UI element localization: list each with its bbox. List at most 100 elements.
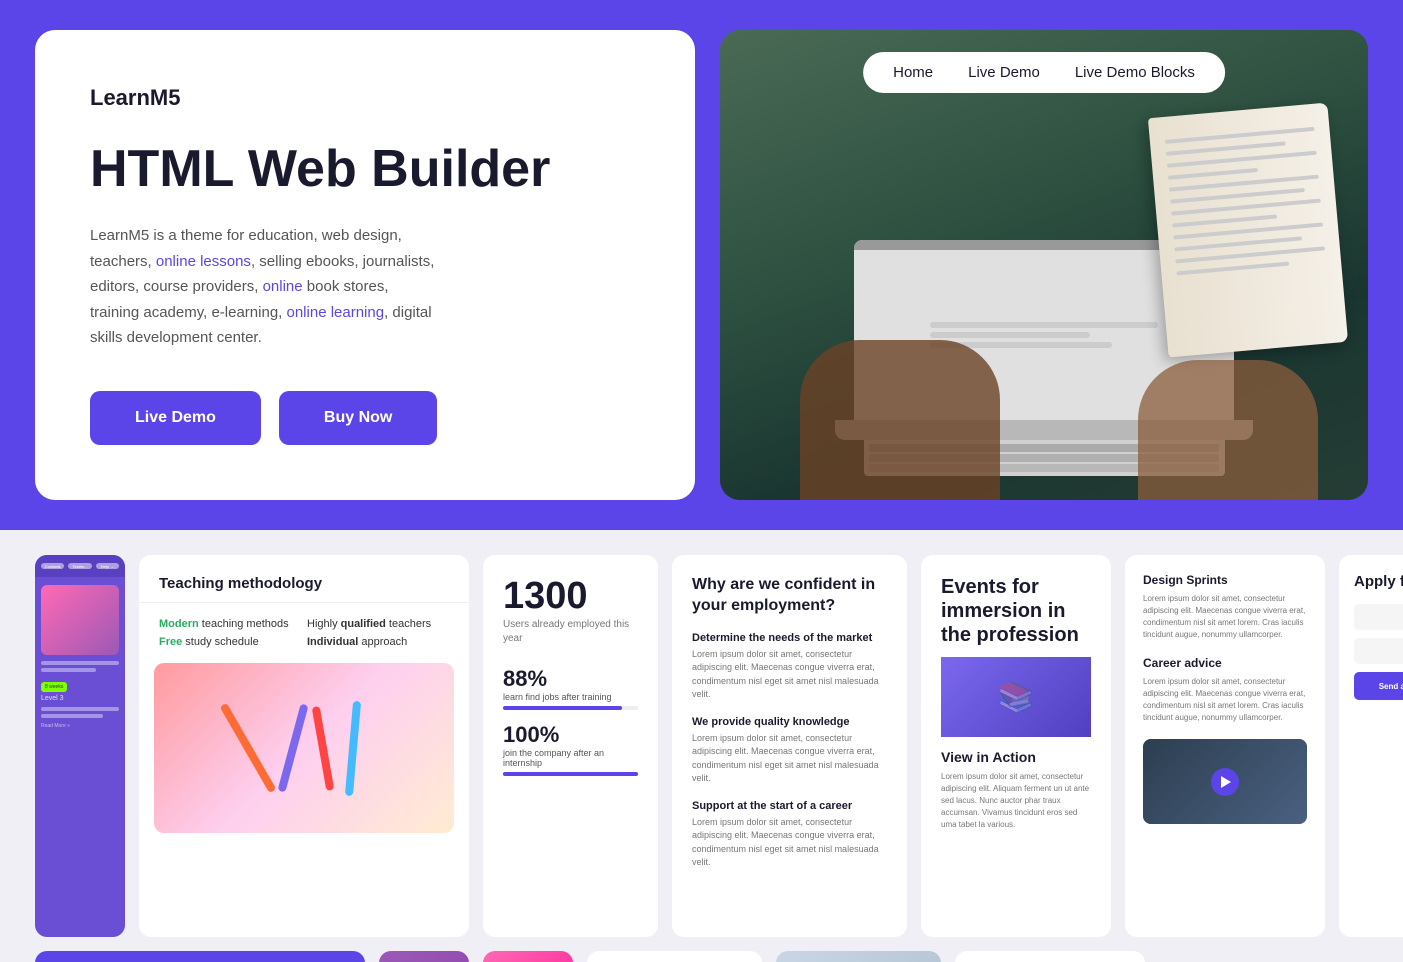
nav-testimonials[interactable]: Testim... [68,563,91,569]
teaching-image [154,663,454,833]
hero-image-background [720,30,1368,500]
platform-card: Learn on a comfortable online platform. … [35,951,365,962]
stat-100: 100% join the company after an internshi… [503,722,638,776]
career-advice-text: Lorem ipsum dolor sit amet, consectetur … [1143,676,1307,724]
purple-text-1 [41,661,119,665]
purple-text-3 [41,707,119,711]
stat-88-fill [503,706,622,710]
career-advice-title: Career advice [1143,656,1307,670]
hero-description: LearnM5 is a theme for education, web de… [90,223,640,351]
feature-free: Free study schedule [159,636,301,648]
nav-home[interactable]: Home [893,64,933,81]
events-image: 📚 [941,657,1091,737]
hero-card: LearnM5 HTML Web Builder LearnM5 is a th… [35,30,695,500]
why-item-3: Support at the start of a career Lorem i… [692,800,887,870]
apply-phone-input[interactable] [1354,638,1403,664]
nav-help[interactable]: Help → [96,563,119,569]
laptop-image-background [776,951,941,962]
why-item-3-text: Lorem ipsum dolor sit amet, consectetur … [692,816,887,870]
purple-text-2 [41,668,96,672]
knowledge-card: Knowledge is the best gift! Lorem ipsum … [587,951,762,962]
why-item-2: We provide quality knowledge Lorem ipsum… [692,716,887,786]
why-item-1: Determine the needs of the market Lorem … [692,632,887,702]
arm-left [800,340,1000,500]
stat-88-bar [503,706,638,710]
book-visual [1148,103,1348,358]
hero-buttons: Live Demo Buy Now [90,391,640,445]
stat-100-fill [503,772,638,776]
purple-content: 8 weeks Level 3 Read More » [35,577,125,937]
stats-subtitle: Users already employed this year [503,618,638,646]
top-section: LearnM5 HTML Web Builder LearnM5 is a th… [0,0,1403,530]
nav-live-demo-blocks[interactable]: Live Demo Blocks [1075,64,1195,81]
stat-100-desc: join the company after an internship [503,748,638,768]
laptop-image-card [776,951,941,962]
design-sprints-text: Lorem ipsum dolor sit amet, consectetur … [1143,593,1307,641]
hero-title: HTML Web Builder [90,141,640,198]
stat-100-bar [503,772,638,776]
pencil-1 [220,703,277,794]
feature-modern: Modern teaching methods [159,618,301,630]
programs-card: Our programs and Standard from 155$ / le… [955,951,1145,962]
play-triangle-icon [1221,776,1231,788]
nav-contacts[interactable]: Contacts [41,563,64,569]
book-lines [1148,103,1343,300]
design-image-bg [1143,739,1307,824]
design-sprints-title: Design Sprints [1143,573,1307,587]
stat-88-value: 88% [503,666,638,692]
events-image-bg: 📚 [941,657,1091,737]
why-item-1-title: Determine the needs of the market [692,632,887,644]
events-card: Events for immersion in the profession 📚… [921,555,1111,937]
apply-title: Apply for study [1354,573,1403,590]
purple-ui-card: Contacts Testim... Help → 8 weeks Level … [35,555,125,937]
events-title: Events for immersion in the profession [941,575,1091,647]
teaching-header: Teaching methodology [139,555,469,603]
read-more-small[interactable]: Read More » [41,723,119,729]
why-item-2-text: Lorem ipsum dolor sit amet, consectetur … [692,732,887,786]
logo: LearnM5 [90,85,640,111]
navigation-bar: Home Live Demo Live Demo Blocks [863,52,1225,93]
small-image-2 [483,951,573,962]
why-item-3-title: Support at the start of a career [692,800,887,812]
apply-card: Apply for study Send an application [1339,555,1403,937]
view-in-action-title[interactable]: View in Action [941,749,1091,765]
bottom-preview-section: Contacts Testim... Help → 8 weeks Level … [0,530,1403,962]
pencil-4 [345,700,361,795]
stat-88-desc: learn find jobs after training [503,692,638,702]
stats-number: 1300 [503,575,638,618]
level-label: Level 3 [41,695,119,702]
second-row: Learn on a comfortable online platform. … [35,951,1368,962]
teaching-features: Modern teaching methods Highly qualified… [139,603,469,663]
stats-card: 1300 Users already employed this year 88… [483,555,658,937]
why-title: Why are we confident in your employment? [692,575,887,617]
feature-individual: Individual approach [307,636,449,648]
live-demo-button[interactable]: Live Demo [90,391,261,445]
why-item-2-title: We provide quality knowledge [692,716,887,728]
small-image-1 [379,951,469,962]
pencil-3 [312,705,335,790]
stat-88: 88% learn find jobs after training [503,666,638,710]
pink-image [483,951,573,962]
purple-image [379,951,469,962]
stat-100-value: 100% [503,722,638,748]
design-image [1143,739,1307,824]
play-button[interactable] [1211,768,1239,796]
design-card: Design Sprints Lorem ipsum dolor sit ame… [1125,555,1325,937]
why-card: Why are we confident in your employment?… [672,555,907,937]
purple-nav: Contacts Testim... Help → [35,555,125,577]
arm-right [1138,360,1318,500]
purple-text-4 [41,714,103,718]
teaching-card: Teaching methodology Modern teaching met… [139,555,469,937]
nav-live-demo[interactable]: Live Demo [968,64,1040,81]
purple-image-mock [41,585,119,655]
badge-weeks: 8 weeks [41,682,67,692]
feature-qualified: Highly qualified teachers [307,618,449,630]
view-in-action-desc: Lorem ipsum dolor sit amet, consectetur … [941,771,1091,831]
preview-grid: Contacts Testim... Help → 8 weeks Level … [35,555,1368,937]
why-item-1-text: Lorem ipsum dolor sit amet, consectetur … [692,648,887,702]
buy-now-button[interactable]: Buy Now [279,391,437,445]
pencil-2 [277,703,308,792]
apply-name-input[interactable] [1354,604,1403,630]
apply-submit-button[interactable]: Send an application [1354,672,1403,700]
hero-image-card: Home Live Demo Live Demo Blocks [720,30,1368,500]
